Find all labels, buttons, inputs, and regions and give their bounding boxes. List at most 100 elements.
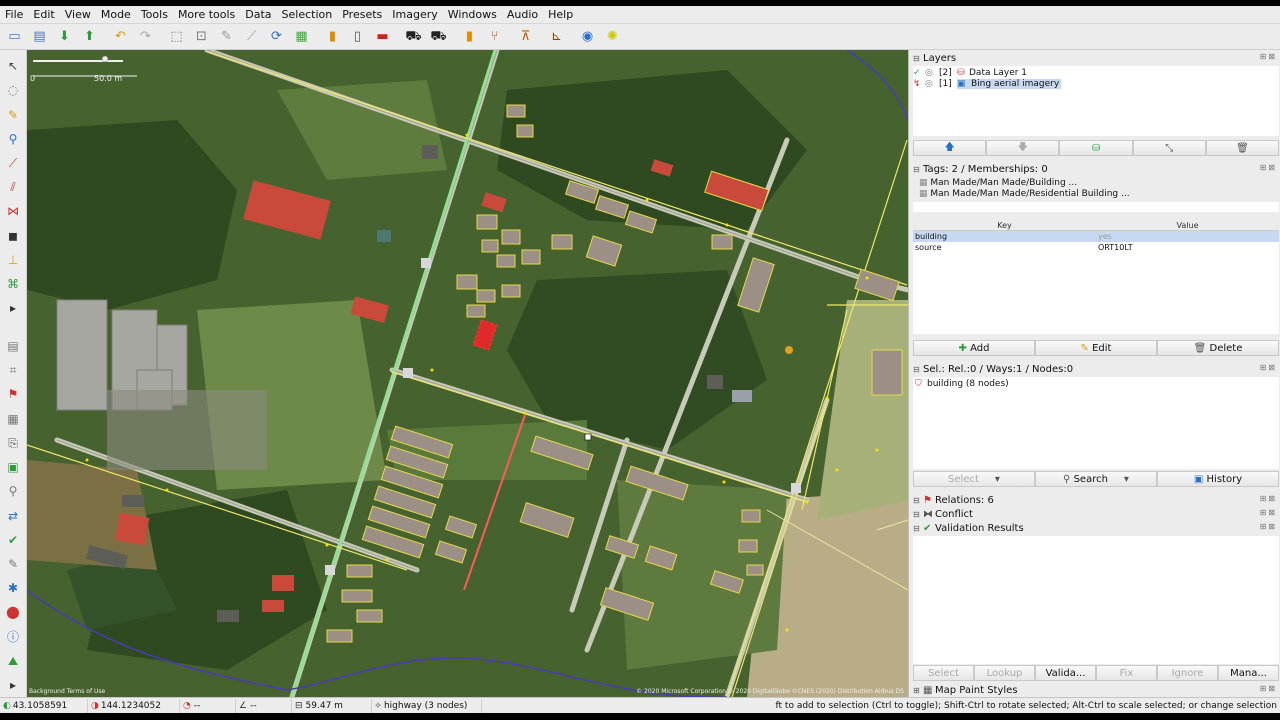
edit-tag-button[interactable]: ✎ Edit (1035, 340, 1157, 356)
aerial-map-canvas[interactable] (27, 50, 908, 697)
ignore-button[interactable]: Ignore (1157, 665, 1218, 681)
menu-presets[interactable]: Presets (337, 6, 387, 24)
collapse-icon[interactable]: ⊟ (913, 54, 923, 63)
warning-sign-icon[interactable]: ▮ (459, 26, 481, 48)
validate-button[interactable]: Valida... (1035, 665, 1096, 681)
changeset-panel-icon[interactable]: ⛰ (3, 651, 23, 670)
collapse-icon[interactable]: ⊟ (913, 510, 923, 519)
panel-controls-icon[interactable]: ⊞⊠ (1260, 684, 1277, 693)
parallel-icon[interactable]: ⫽ (3, 178, 23, 197)
redo-icon[interactable]: ↷ (135, 26, 157, 48)
imagery-attribution[interactable]: © 2020 Microsoft Corporation © 2020 Digi… (636, 688, 904, 695)
sun-icon[interactable]: ✺ (602, 26, 624, 48)
map-view[interactable]: 0 50.0 m Background Terms of Use © 2020 … (27, 50, 908, 697)
panel-controls-icon[interactable]: ⊞⊠ (1260, 52, 1277, 61)
layer-row[interactable]: ↯ ◎ [1] ▣ Bing aerial imagery (913, 78, 1279, 89)
menu-selection[interactable]: Selection (277, 6, 338, 24)
tag-row[interactable]: source ORT10LT (913, 242, 1279, 253)
more-panels-icon[interactable]: ▸ (3, 675, 23, 694)
building-tool-icon[interactable]: ◼ (3, 226, 23, 245)
plugin-icon[interactable]: ◉ (577, 26, 599, 48)
activate-layer-button[interactable]: ⛁ (1059, 140, 1133, 156)
select-mode-icon[interactable]: ↖ (3, 57, 23, 76)
collapse-icon[interactable]: ⊟ (913, 165, 923, 174)
panel-controls-icon[interactable]: ⊞⊠ (1260, 494, 1277, 503)
validation-lookup-button[interactable]: Lookup (974, 665, 1035, 681)
selection-panel-icon[interactable]: ▦ (3, 409, 23, 428)
collapse-icon[interactable]: ⊟ (913, 524, 923, 533)
preset-link[interactable]: ▦ Man Made/Man Made/Building ... (919, 178, 1077, 188)
select-button[interactable]: Select ▾ (913, 471, 1035, 487)
crossing-icon[interactable]: ▯ (347, 26, 369, 48)
validator-panel-icon[interactable]: ✔ (3, 530, 23, 549)
menu-audio[interactable]: Audio (502, 6, 543, 24)
validation-select-button[interactable]: Select (913, 665, 974, 681)
preset-link[interactable]: ▦ Man Made/Man Made/Residential Building… (919, 189, 1130, 199)
notes-panel-icon[interactable]: ✎ (3, 554, 23, 573)
panel-controls-icon[interactable]: ⊞⊠ (1260, 163, 1277, 172)
draw-icon[interactable]: ✎ (3, 105, 23, 124)
split-icon[interactable]: ⋈ (3, 202, 23, 221)
tag-editor-icon[interactable]: ⟋ (241, 26, 263, 48)
railway-icon[interactable]: ▮ (322, 26, 344, 48)
selection-panel-header[interactable]: ⊟ Sel.: Rel.:0 / Ways:1 / Nodes:0 ⊞⊠ (909, 362, 1280, 376)
tags-panel-icon[interactable]: ⌗ (3, 361, 23, 380)
upload-icon[interactable]: ⬆ (79, 26, 101, 48)
fix-button[interactable]: Fix (1096, 665, 1157, 681)
panel-controls-icon[interactable]: ⊞⊠ (1260, 508, 1277, 517)
collapse-icon[interactable]: ⊞ (913, 686, 923, 695)
merge-icon[interactable]: ⌘ (3, 274, 23, 293)
validation-panel-header[interactable]: ⊟ ✔ Validation Results ⊞⊠ (909, 521, 1280, 535)
restaurant-icon[interactable]: ⑂ (484, 26, 506, 48)
collapse-icon[interactable]: ⊟ (913, 365, 923, 374)
tag-key[interactable]: source (913, 242, 1096, 253)
gps-panel-icon[interactable]: ✱ (3, 579, 23, 598)
panel-controls-icon[interactable]: ⊞⊠ (1260, 363, 1277, 372)
tags-panel-header[interactable]: ⊟ Tags: 2 / Memberships: 0 ⊞⊠ (909, 162, 1280, 176)
panel-controls-icon[interactable]: ⊞⊠ (1260, 522, 1277, 531)
search-panel-icon[interactable]: ⚲ (3, 482, 23, 501)
open-file-icon[interactable]: ▤ (29, 26, 51, 48)
lasso-icon[interactable]: ◌ (3, 81, 23, 100)
filter-panel-icon[interactable]: ⇄ (3, 506, 23, 525)
refresh-icon[interactable]: ⟳ (266, 26, 288, 48)
align-icon[interactable]: ⊥ (3, 250, 23, 269)
menu-view[interactable]: View (60, 6, 96, 24)
download-icon[interactable]: ⬇ (54, 26, 76, 48)
value-column-header[interactable]: Value (1096, 220, 1279, 230)
map-paint-panel-header[interactable]: ⊞ ▦ Map Paint Styles ⊞⊠ (909, 683, 1280, 697)
merge-layer-button[interactable]: ⤡ (1132, 140, 1206, 156)
relation-panel-icon[interactable]: ⚑ (3, 385, 23, 404)
menu-data[interactable]: Data (240, 6, 276, 24)
conflict-panel-header[interactable]: ⊟ ⧓ Conflict ⊞⊠ (909, 507, 1280, 521)
eye-icon[interactable]: ◎ (925, 68, 939, 78)
tag-value[interactable]: ORT10LT (1096, 242, 1279, 253)
collapse-icon[interactable]: ⊟ (913, 496, 923, 505)
menu-more-tools[interactable]: More tools (173, 6, 240, 24)
tag-value[interactable]: yes (1096, 231, 1279, 242)
layer-row[interactable]: ✓ ◎ [2] ⛁ Data Layer 1 (913, 67, 1279, 78)
eye-icon[interactable]: ◎ (925, 79, 939, 89)
delete-layer-button[interactable]: 🗑 (1205, 140, 1280, 156)
zoom-mode-icon[interactable]: ⚲ (3, 129, 23, 148)
relations-panel-header[interactable]: ⊟ ⚑ Relations: 6 ⊞⊠ (909, 493, 1280, 507)
menu-help[interactable]: Help (543, 6, 578, 24)
visible-check-icon[interactable]: ✓ (913, 68, 925, 78)
menu-mode[interactable]: Mode (96, 6, 136, 24)
undo-icon[interactable]: ↶ (110, 26, 132, 48)
layers-panel-icon[interactable]: ▤ (3, 336, 23, 355)
manage-button[interactable]: Mana... (1218, 665, 1279, 681)
imagery-icon[interactable]: ▦ (291, 26, 313, 48)
background-terms-link[interactable]: Background Terms of Use (29, 688, 105, 695)
tag-row[interactable]: building yes (913, 231, 1279, 242)
marker-panel-icon[interactable]: ⬤ (3, 603, 23, 622)
improve-way-icon[interactable]: ⟋ (3, 153, 23, 172)
search-button[interactable]: ⚲ Search ▾ (1035, 471, 1157, 487)
menu-tools[interactable]: Tools (136, 6, 173, 24)
car-icon[interactable]: ⛟ (403, 26, 425, 48)
zoom-data-icon[interactable]: ⊡ (191, 26, 213, 48)
add-tag-button[interactable]: ✚ Add (913, 340, 1035, 356)
selection-item[interactable]: ⛉ building (8 nodes) (915, 378, 1009, 389)
info-panel-icon[interactable]: ⓘ (3, 627, 23, 646)
shop-icon[interactable]: ⊼ (515, 26, 537, 48)
